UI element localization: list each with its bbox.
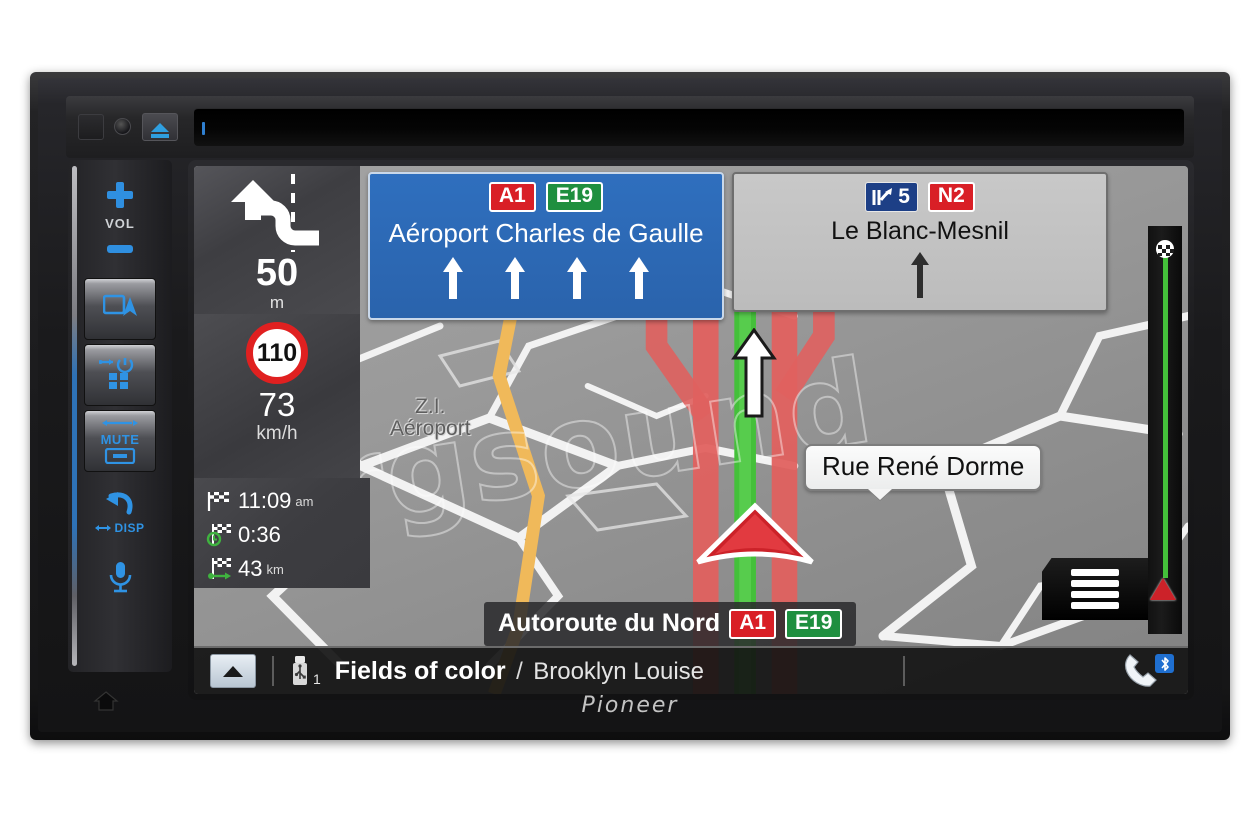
mute-button[interactable]: MUTE	[84, 410, 156, 472]
sign-secondary-badges: 5 N2	[865, 182, 975, 213]
microphone-icon	[114, 118, 131, 135]
bluetooth-icon	[1155, 654, 1174, 673]
disc-led-icon	[202, 122, 205, 135]
usb-source-index: 1	[313, 671, 321, 687]
eject-icon	[151, 122, 169, 138]
highway-sign-secondary: 5 N2 Le Blanc-Mesnil	[732, 172, 1108, 312]
map-button[interactable]	[84, 278, 156, 340]
sign-primary-badges: A1 E19	[488, 182, 604, 213]
touchscreen[interactable]: rgsound Z.I. Aéroport	[194, 166, 1188, 694]
lane-arrow-icon	[443, 257, 463, 300]
trip-unit: km	[266, 561, 284, 577]
lane-arrow-icon	[505, 257, 525, 300]
speed-limit-sign: 110	[246, 322, 308, 384]
apps-power-button[interactable]	[84, 344, 156, 406]
road-badge: E19	[785, 608, 843, 639]
volume-label: VOL	[105, 216, 135, 231]
track-info: Fields of color / Brooklyn Louise	[335, 657, 704, 686]
mute-label: MUTE	[100, 431, 140, 447]
disc-slot[interactable]	[194, 108, 1184, 146]
microphone-icon	[105, 562, 135, 601]
road-badge: A1	[488, 182, 536, 213]
maneuver-distance-unit: m	[269, 293, 285, 312]
road-badge: N2	[927, 182, 975, 213]
divider	[903, 656, 905, 686]
road-badge: A1	[729, 608, 777, 639]
lane-change-left-icon	[231, 174, 319, 252]
exit-badge: 5	[865, 182, 918, 213]
checkered-flag-icon	[202, 490, 236, 512]
reset-slot[interactable]	[78, 114, 104, 140]
arrow-left-right-icon	[102, 419, 138, 426]
position-arrow-icon	[696, 502, 814, 565]
sign-secondary-text: Le Blanc-Mesnil	[831, 217, 1009, 246]
map-menu-button[interactable]	[1042, 558, 1148, 620]
plus-icon	[107, 182, 133, 208]
divider	[272, 656, 274, 686]
map-navigation-icon	[102, 294, 137, 325]
route-progress-bar[interactable]	[1148, 226, 1182, 634]
back-disp-button[interactable]: DISP	[68, 490, 172, 535]
checkered-flag-clock-icon	[202, 523, 236, 547]
trip-unit: am	[295, 493, 314, 509]
phone-button[interactable]	[1120, 652, 1188, 690]
minus-icon	[107, 245, 133, 253]
current-road-name: Autoroute du Nord	[498, 609, 721, 638]
usb-icon	[293, 656, 307, 685]
trip-value: 0:36	[238, 522, 281, 547]
brand-logo: Pioneer	[38, 693, 1222, 718]
screen-off-icon	[104, 447, 136, 464]
power-apps-icon	[98, 356, 141, 395]
device-faceplate: VOL MUTE DISP Z.I. Aéroport 50 m 110 73 …	[38, 78, 1222, 732]
brand-text: Pioneer	[581, 693, 679, 718]
route-progress-line	[1163, 254, 1168, 578]
straight-arrow-icon	[911, 252, 929, 299]
volume-down-button[interactable]	[68, 240, 172, 258]
track-title: Fields of color	[334, 656, 506, 685]
side-button-panel: VOL MUTE DISP	[68, 160, 172, 672]
trip-row: 43 km	[202, 552, 370, 586]
position-arrow-icon	[1150, 578, 1176, 600]
expand-icon	[223, 665, 243, 677]
speed-unit: km/h	[256, 423, 298, 444]
exit-number: 5	[898, 184, 910, 208]
menu-icon	[1071, 565, 1119, 613]
lane-arrow-icon	[567, 257, 587, 300]
volume-up-button[interactable]	[68, 182, 172, 213]
trip-row: 11:09 am	[202, 484, 370, 518]
head-unit-device: VOL MUTE DISP Z.I. Aéroport 50 m 110 73 …	[30, 72, 1230, 740]
maneuver-panel: 50 m	[194, 166, 360, 314]
expand-media-button[interactable]	[210, 654, 256, 688]
road-badge: E19	[545, 182, 604, 213]
lane-arrow-icon	[629, 257, 649, 300]
highway-sign-primary: A1 E19 Aéroport Charles de Gaulle	[368, 172, 724, 320]
exit-ramp-icon	[872, 188, 893, 206]
heading-arrow-icon	[731, 328, 777, 418]
disp-label: DISP	[114, 521, 145, 535]
screen-bezel: rgsound Z.I. Aéroport	[188, 160, 1194, 700]
media-status-bar: 1 Fields of color / Brooklyn Louise	[194, 646, 1188, 694]
voice-control-button[interactable]	[68, 560, 172, 600]
track-artist: Brooklyn Louise	[533, 657, 704, 685]
checkered-flag-icon	[1154, 238, 1176, 265]
maneuver-distance: 50	[255, 252, 299, 294]
current-speed: 73	[258, 386, 296, 423]
trip-row: 0:36	[202, 518, 370, 552]
eject-button[interactable]	[142, 113, 178, 141]
trip-value: 43	[238, 556, 263, 581]
lane-arrows	[443, 257, 649, 300]
trip-info-panel[interactable]: 11:09 am 0:36 43 km	[194, 478, 370, 588]
usb-source-indicator: 1	[290, 655, 321, 687]
track-separator: /	[516, 657, 523, 685]
trip-value: 11:09	[238, 488, 292, 513]
speed-panel: 110 73 km/h	[194, 314, 360, 478]
checkered-flag-distance-icon	[202, 557, 236, 581]
current-road-bar: Autoroute du Nord A1 E19	[484, 601, 857, 646]
sign-primary-text: Aéroport Charles de Gaulle	[388, 218, 704, 249]
street-callout: Rue René Dorme	[804, 444, 1043, 491]
arrow-left-right-small-icon	[95, 525, 112, 531]
top-control-row	[66, 96, 1194, 158]
back-arrow-icon	[68, 490, 172, 522]
